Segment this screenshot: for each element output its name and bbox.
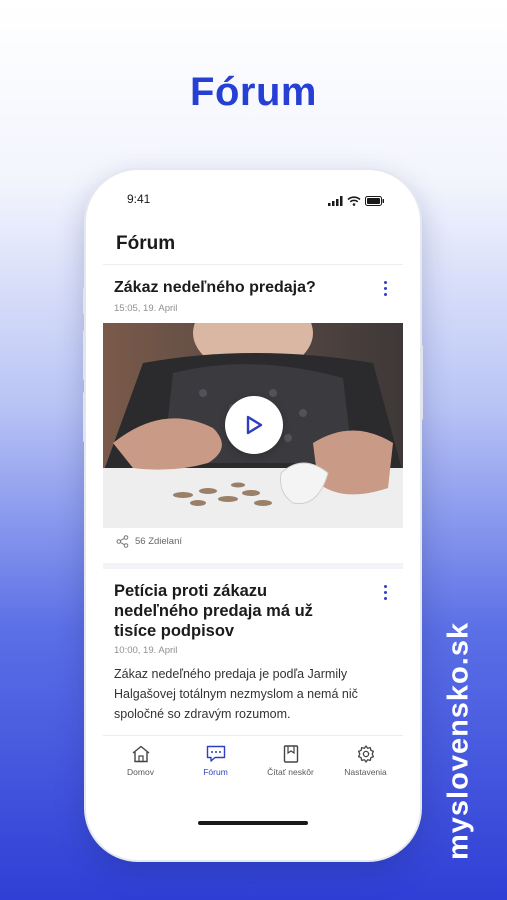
status-time: 9:41 [127, 192, 151, 206]
share-button[interactable]: 56 Zdielaní [116, 535, 182, 548]
post-date: 15:05, 19. April [114, 303, 178, 314]
app-header: Fórum [103, 217, 403, 265]
phone-mute-switch [83, 288, 86, 314]
tab-home[interactable]: Domov [103, 745, 178, 777]
post-card[interactable]: Petícia proti zákazu nedeľného predaja m… [103, 569, 403, 735]
post-excerpt: Zákaz nedeľného predaja je podľa Jarmily… [114, 667, 358, 721]
brand-watermark: myslovensko.sk [442, 621, 475, 860]
home-indicator [198, 821, 308, 825]
share-count: 56 Zdielaní [135, 536, 183, 547]
post-video-thumbnail[interactable] [103, 323, 403, 528]
bottom-tab-bar: Domov Fórum Čítať neskôr Nastavenia [103, 735, 403, 835]
play-icon [246, 415, 263, 435]
phone-volume-up [83, 330, 86, 380]
signal-icon [328, 193, 343, 211]
tab-read-later[interactable]: Čítať neskôr [253, 745, 328, 777]
tab-label: Nastavenia [344, 767, 387, 777]
tab-label: Domov [127, 767, 154, 777]
tab-label: Fórum [203, 767, 228, 777]
post-title[interactable]: Petícia proti zákazu nedeľného predaja m… [114, 581, 354, 641]
play-button[interactable] [225, 396, 283, 454]
tab-label: Čítať neskôr [267, 767, 314, 777]
post-card[interactable]: Zákaz nedeľného predaja? 15:05, 19. Apri… [103, 265, 403, 563]
phone-screen: 9:41 Fórum Zákaz nedeľného predaja? 15:0… [103, 183, 403, 835]
share-icon [116, 535, 129, 548]
post-feed[interactable]: Zákaz nedeľného predaja? 15:05, 19. Apri… [103, 265, 403, 735]
status-icons [328, 193, 385, 211]
post-title[interactable]: Zákaz nedeľného predaja? [114, 279, 316, 297]
status-bar: 9:41 [103, 183, 403, 217]
home-icon [132, 745, 149, 763]
page-title: Fórum [116, 233, 176, 254]
phone-power-button [420, 345, 423, 420]
more-options-icon[interactable] [381, 281, 389, 296]
more-options-icon[interactable] [381, 585, 389, 600]
tab-settings[interactable]: Nastavenia [328, 745, 403, 777]
gear-icon [357, 745, 374, 763]
phone-volume-down [83, 392, 86, 442]
phone-frame: 9:41 Fórum Zákaz nedeľného predaja? 15:0… [83, 170, 423, 860]
post-date: 10:00, 19. April [114, 645, 178, 656]
bookmark-icon [283, 745, 298, 763]
tab-forum[interactable]: Fórum [178, 745, 253, 777]
wifi-icon [347, 193, 361, 211]
battery-icon [365, 193, 385, 211]
forum-icon [206, 745, 225, 762]
promo-headline: Fórum [190, 70, 317, 114]
